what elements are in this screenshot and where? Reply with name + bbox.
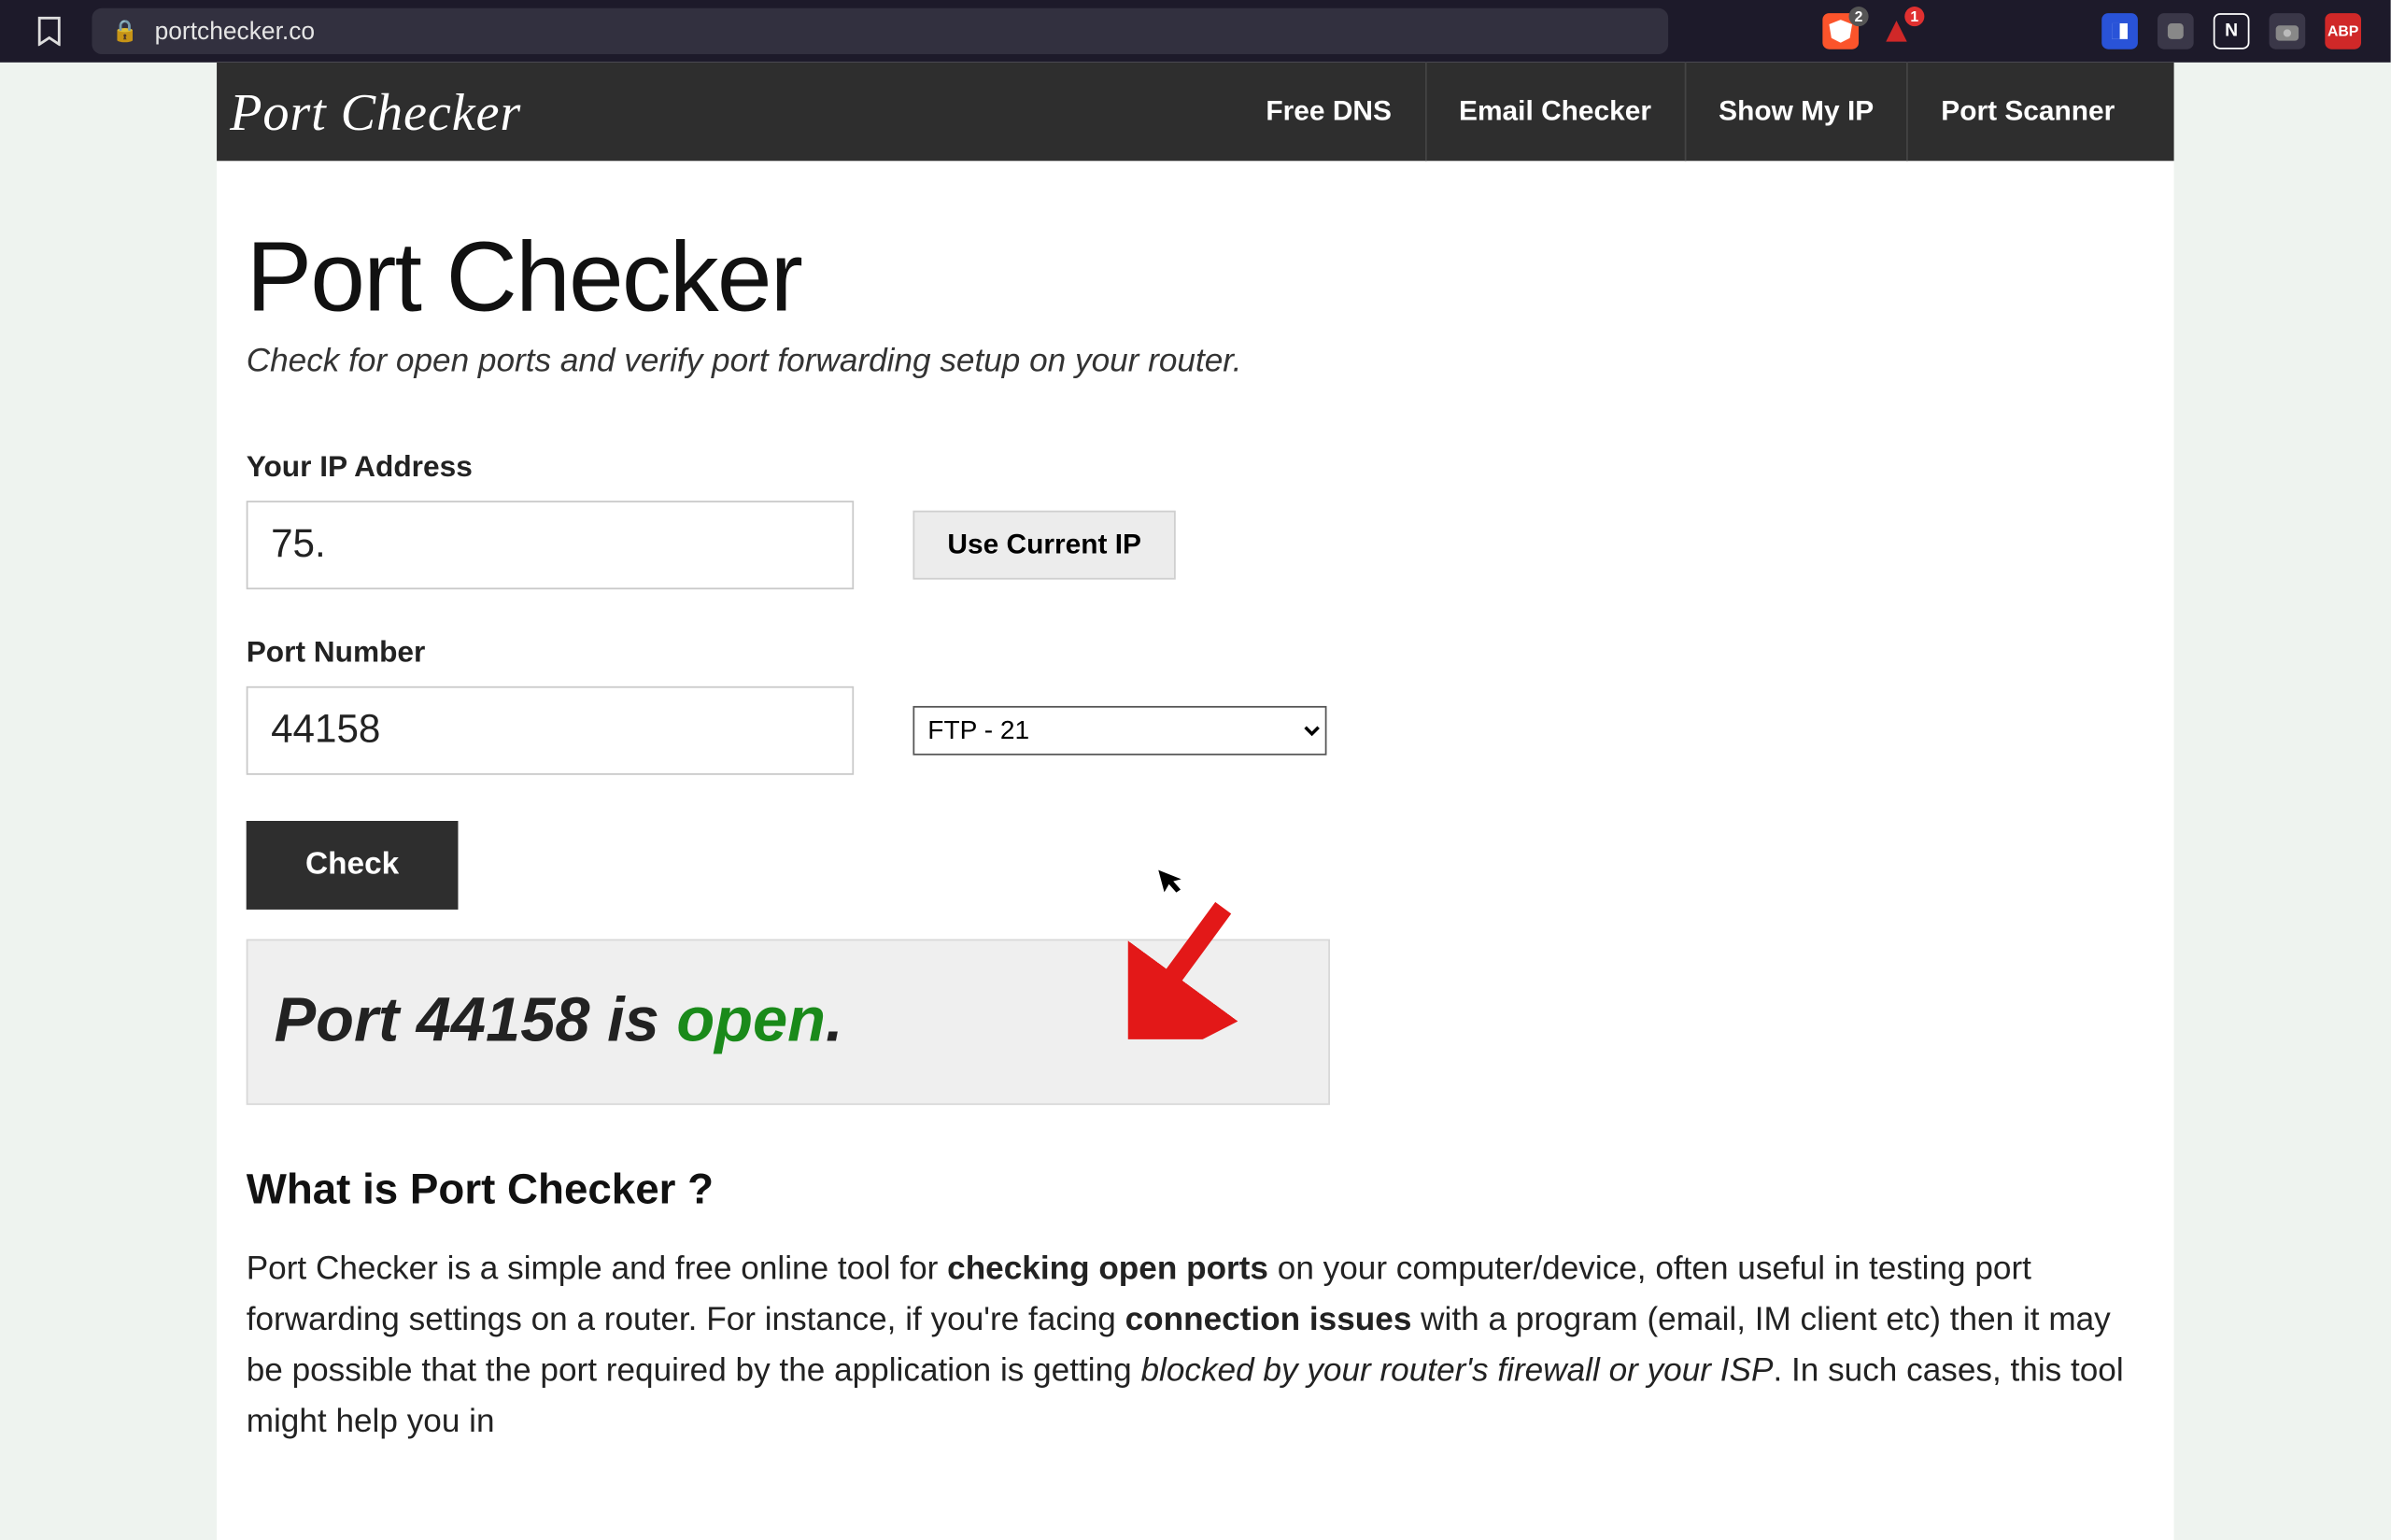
result-prefix: Port 44158 is <box>275 987 677 1056</box>
triangle-ext-icon[interactable]: 1 <box>1878 13 1915 49</box>
nav-free-dns[interactable]: Free DNS <box>1233 63 1424 161</box>
port-preset-select[interactable]: FTP - 21 <box>913 706 1326 756</box>
page-title: Port Checker <box>247 220 2144 333</box>
result-panel: Port 44158 is open. <box>247 940 1330 1106</box>
camera-ext-icon[interactable] <box>2270 13 2306 49</box>
brave-badge: 2 <box>1849 7 1869 26</box>
site-logo[interactable]: Port Checker <box>230 81 521 142</box>
result-status: open <box>676 987 826 1056</box>
nav-port-scanner[interactable]: Port Scanner <box>1906 63 2147 161</box>
result-suffix: . <box>826 987 843 1056</box>
extension-tray: 2 1 N ABP <box>1822 13 2368 49</box>
lock-icon: 🔒 <box>112 18 138 44</box>
site-header: Port Checker Free DNS Email Checker Show… <box>217 63 2174 161</box>
page-subtitle: Check for open ports and verify port for… <box>247 343 2144 380</box>
abp-ext-icon[interactable]: ABP <box>2325 13 2361 49</box>
use-current-ip-button[interactable]: Use Current IP <box>913 511 1175 580</box>
url-text: portchecker.co <box>155 17 316 45</box>
bookmark-icon[interactable] <box>23 10 76 53</box>
notion-ext-icon[interactable]: N <box>2214 13 2250 49</box>
main-nav: Free DNS Email Checker Show My IP Port S… <box>1233 63 2147 161</box>
address-bar[interactable]: 🔒 portchecker.co <box>92 8 1668 54</box>
brave-shield-icon[interactable]: 2 <box>1822 13 1859 49</box>
port-label: Port Number <box>247 635 2144 670</box>
nav-show-my-ip[interactable]: Show My IP <box>1684 63 1906 161</box>
check-button[interactable]: Check <box>247 821 459 910</box>
ip-input[interactable] <box>247 501 854 589</box>
ext-icon-2[interactable] <box>2158 13 2194 49</box>
ip-label: Your IP Address <box>247 450 2144 485</box>
browser-chrome: 🔒 portchecker.co 2 1 N ABP <box>0 0 2391 63</box>
port-input[interactable] <box>247 686 854 775</box>
triangle-badge: 1 <box>1904 7 1924 26</box>
result-text: Port 44158 is open. <box>275 987 843 1056</box>
about-heading: What is Port Checker ? <box>247 1164 2144 1214</box>
about-paragraph: Port Checker is a simple and free online… <box>247 1245 2144 1448</box>
main-content: Port Checker Check for open ports and ve… <box>217 161 2174 1448</box>
ext-icon-1[interactable] <box>2101 13 2138 49</box>
page-container: Port Checker Free DNS Email Checker Show… <box>217 63 2174 1540</box>
nav-email-checker[interactable]: Email Checker <box>1424 63 1684 161</box>
